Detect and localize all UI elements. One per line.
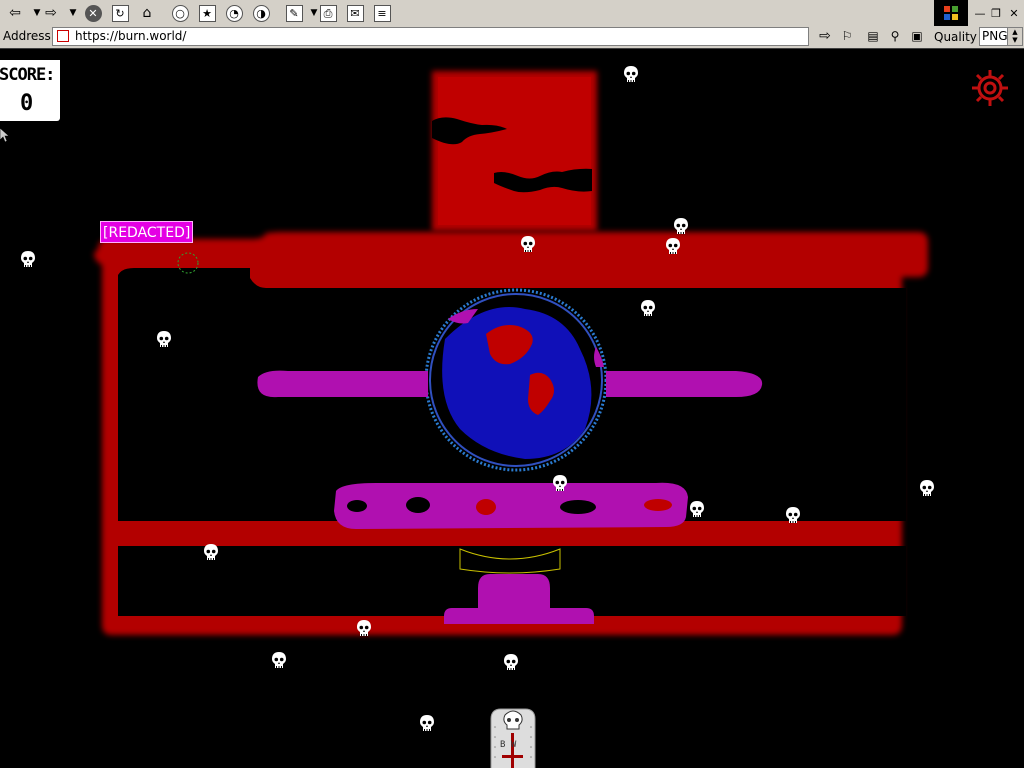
- skull-icon: [157, 331, 171, 347]
- bookmark-icon[interactable]: ⚐: [836, 26, 858, 46]
- browser-toolbar: ⇦ ▼ ⇨ ▼ ✕ ↻ ⌂ ○ ★ ◔ ◑ ✎ ▼ ⎙ ✉ ≡ — ❐ ✕: [0, 0, 1024, 27]
- page-favicon-icon: [57, 30, 69, 42]
- channels-icon[interactable]: ◑: [250, 2, 272, 24]
- skull-icon: [204, 544, 218, 560]
- skull-icon: [666, 238, 680, 254]
- skull-icon: [357, 620, 371, 636]
- quality-spinner-icon[interactable]: ▲ ▼: [1007, 28, 1022, 45]
- skull-icon: [521, 236, 535, 252]
- center-globe: [424, 288, 608, 472]
- stop-icon[interactable]: ✕: [82, 2, 104, 24]
- skull-icon: [920, 480, 934, 496]
- go-arrow-icon[interactable]: ⇨: [814, 26, 836, 46]
- skull-icon: [624, 66, 638, 82]
- tombstone-player: B W: [490, 708, 536, 768]
- back-icon[interactable]: ⇦: [4, 2, 26, 24]
- skull-icon: [674, 218, 688, 234]
- skull-icon: [641, 300, 655, 316]
- quality-label: Quality: [934, 30, 977, 44]
- score-panel: SCORE: 0: [0, 60, 60, 121]
- favorites-icon[interactable]: ★: [196, 2, 218, 24]
- skull-icon: [21, 251, 35, 267]
- quality-select[interactable]: PNG ▲ ▼: [979, 27, 1023, 46]
- home-icon[interactable]: ⌂: [136, 2, 158, 24]
- score-label: SCORE:: [0, 65, 55, 85]
- skull-icon: [420, 715, 434, 731]
- game-canvas[interactable]: SCORE: 0 [REDACTED] B W: [0, 49, 1024, 768]
- quality-value: PNG: [982, 29, 1008, 43]
- skull-icon: [272, 652, 286, 668]
- skull-icon: [553, 475, 567, 491]
- find-icon[interactable]: ⚲: [884, 26, 906, 46]
- skull-icon: [690, 501, 704, 517]
- player-name-tag: [REDACTED]: [100, 221, 194, 243]
- forward-dropdown-icon[interactable]: ▼: [62, 2, 84, 24]
- page-icon[interactable]: ≡: [371, 2, 393, 24]
- print-icon[interactable]: ⎙: [317, 2, 339, 24]
- score-value: 0: [20, 91, 34, 116]
- windows-logo-icon: [934, 0, 968, 26]
- skull-icon: [786, 507, 800, 523]
- top-red-block: [432, 71, 597, 231]
- url-input[interactable]: https://burn.world/: [52, 27, 809, 46]
- edit-icon[interactable]: ✎: [283, 2, 305, 24]
- history-icon[interactable]: ◔: [223, 2, 245, 24]
- gear-icon[interactable]: [970, 68, 1010, 108]
- search-icon[interactable]: ○: [169, 2, 191, 24]
- address-label: Address: [3, 29, 51, 43]
- mouse-cursor-icon: [0, 128, 10, 143]
- skull-icon: [504, 654, 518, 670]
- tombstone-letters: B W: [500, 740, 517, 750]
- mail-icon[interactable]: ✉: [344, 2, 366, 24]
- close-icon[interactable]: ✕: [1002, 0, 1024, 26]
- address-bar: Address https://burn.world/ ⇨ ⚐ ▤ ⚲ ▣ Qu…: [0, 26, 1024, 49]
- clipboard-icon[interactable]: ▣: [906, 26, 928, 46]
- forward-icon[interactable]: ⇨: [40, 2, 62, 24]
- bookmarks-icon[interactable]: ▤: [862, 26, 884, 46]
- refresh-icon[interactable]: ↻: [109, 2, 131, 24]
- url-text: https://burn.world/: [75, 29, 187, 43]
